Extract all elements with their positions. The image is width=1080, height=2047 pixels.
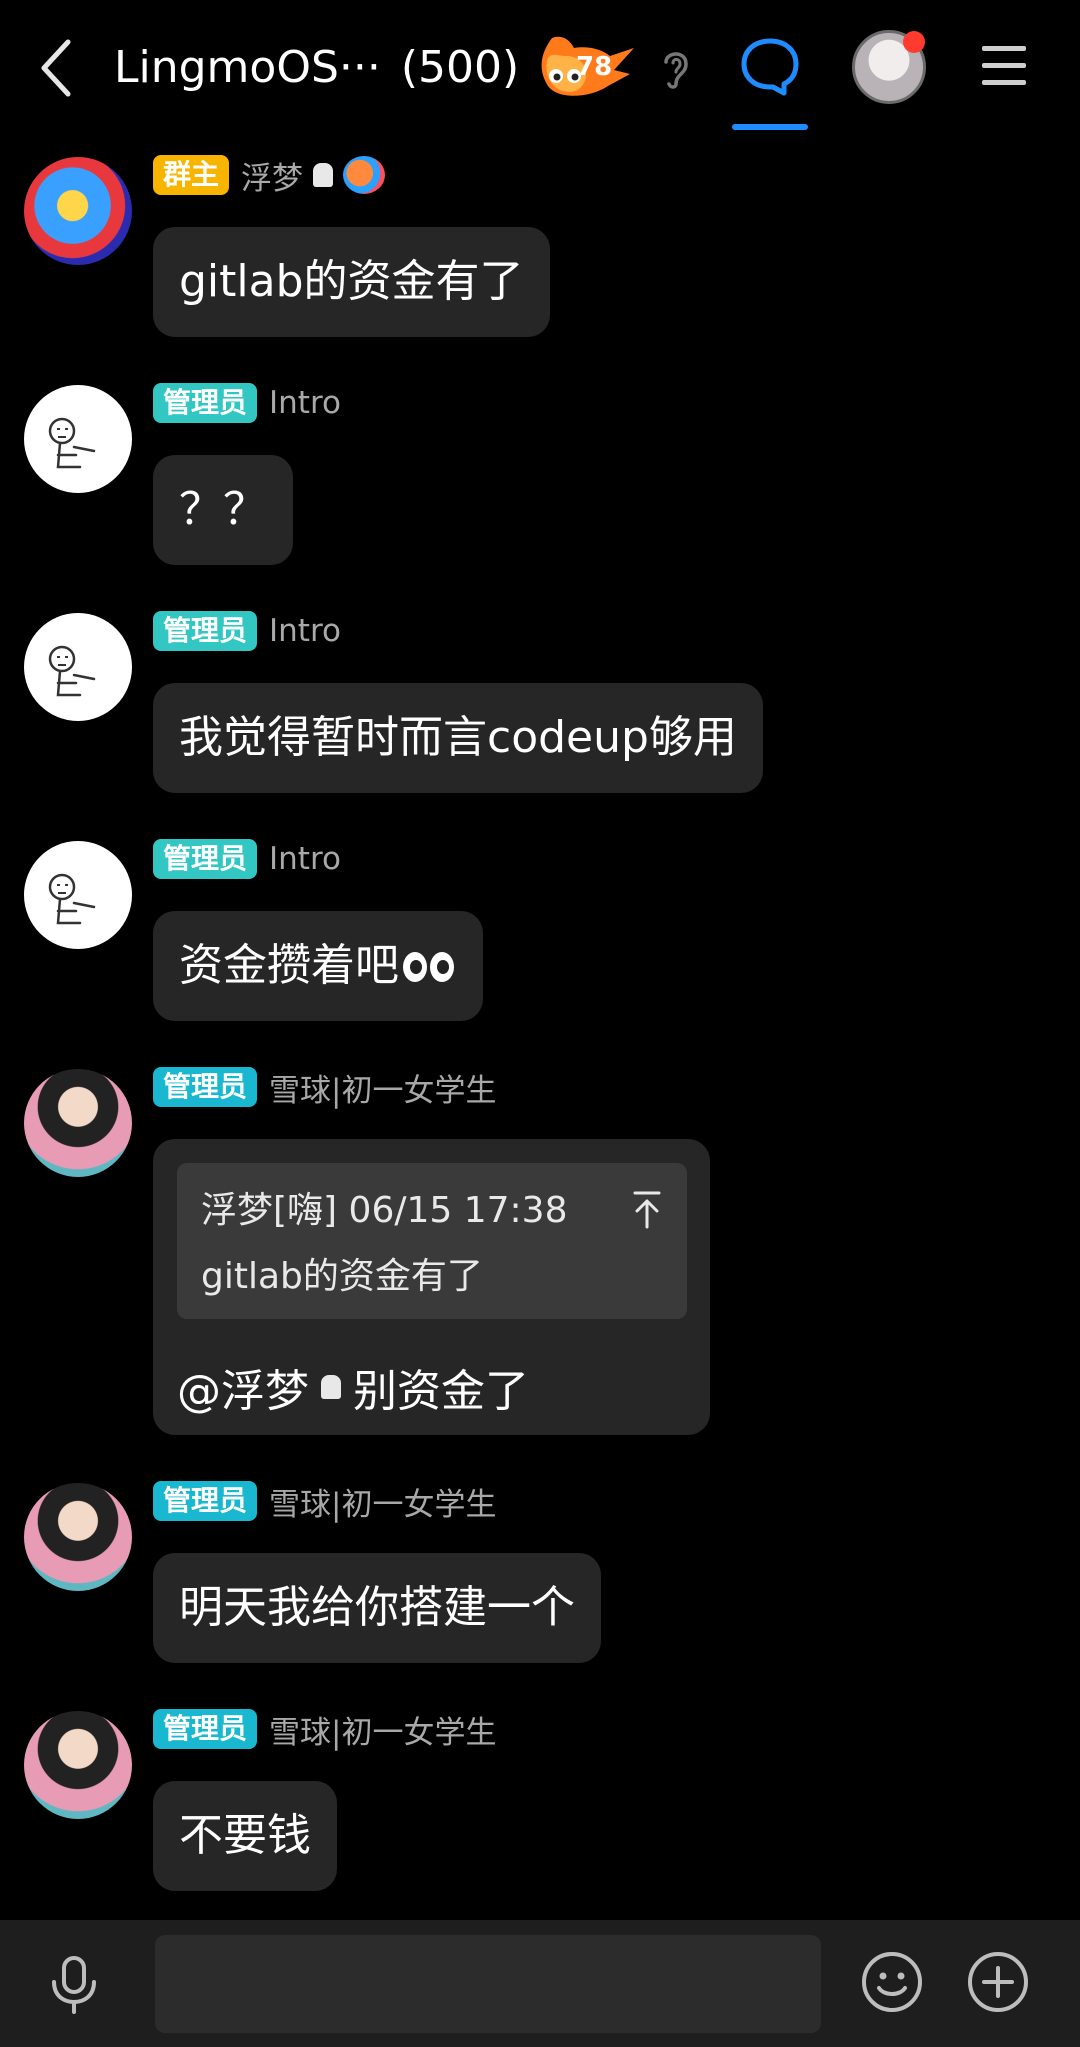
message-bubble[interactable]: gitlab的资金有了 bbox=[153, 227, 550, 337]
message-meta: 管理员 雪球|初一女学生 bbox=[153, 1707, 496, 1752]
message-meta: 群主 浮梦 bbox=[153, 153, 386, 198]
quote-header: 浮梦[嗨] 06/15 17:38 bbox=[201, 1190, 568, 1231]
group-title[interactable]: LingmoOS··· (500) bbox=[114, 38, 519, 98]
avatar[interactable] bbox=[24, 613, 132, 721]
quote-text: gitlab的资金有了 bbox=[201, 1256, 483, 1297]
emoji-smile-icon[interactable] bbox=[860, 1950, 924, 2014]
role-tag: 管理员 bbox=[153, 1709, 258, 1749]
quoted-message[interactable]: 浮梦[嗨] 06/15 17:38 gitlab的资金有了 bbox=[177, 1163, 687, 1319]
jump-to-original-icon[interactable] bbox=[631, 1189, 663, 1229]
sender-name[interactable]: Intro bbox=[269, 385, 341, 421]
active-tab-indicator bbox=[732, 124, 808, 130]
message-meta: 管理员 Intro bbox=[153, 839, 341, 879]
group-name: LingmoOS··· bbox=[114, 42, 381, 93]
role-tag: 管理员 bbox=[153, 1481, 258, 1521]
level-badge-icon bbox=[343, 156, 386, 194]
notification-dot bbox=[903, 31, 925, 53]
message-meta: 管理员 雪球|初一女学生 bbox=[153, 1479, 496, 1524]
member-count: (500) bbox=[400, 42, 520, 93]
fire-level: 78 bbox=[576, 52, 613, 82]
sender-name[interactable]: 雪球|初一女学生 bbox=[269, 1707, 496, 1752]
message-input[interactable] bbox=[155, 1935, 821, 2033]
role-tag: 管理员 bbox=[153, 383, 258, 423]
avatar[interactable] bbox=[24, 841, 132, 949]
fire-icon[interactable]: 78 bbox=[530, 30, 636, 100]
reply-message-bubble[interactable]: 浮梦[嗨] 06/15 17:38 gitlab的资金有了 @浮梦 别资金了 bbox=[153, 1139, 710, 1435]
chat-bubble-icon[interactable] bbox=[740, 36, 800, 96]
eyes-emoji-icon bbox=[403, 913, 457, 1023]
microphone-icon[interactable] bbox=[46, 1954, 102, 2016]
message-bubble[interactable]: 我觉得暂时而言codeup够用 bbox=[153, 683, 763, 793]
message-meta: 管理员 Intro bbox=[153, 611, 341, 651]
role-tag: 管理员 bbox=[153, 839, 258, 879]
sender-name[interactable]: 雪球|初一女学生 bbox=[269, 1479, 496, 1524]
message-bubble[interactable]: 不要钱 bbox=[153, 1781, 337, 1891]
plus-circle-icon[interactable] bbox=[966, 1950, 1030, 2014]
ear-icon[interactable] bbox=[660, 46, 692, 90]
sender-name[interactable]: Intro bbox=[269, 841, 341, 877]
avatar[interactable] bbox=[24, 1069, 132, 1177]
message-meta: 管理员 雪球|初一女学生 bbox=[153, 1065, 496, 1110]
hamburger-menu-icon[interactable] bbox=[982, 46, 1026, 86]
role-tag: 管理员 bbox=[153, 1067, 258, 1107]
avatar[interactable] bbox=[24, 157, 132, 265]
sender-name[interactable]: 雪球|初一女学生 bbox=[269, 1065, 496, 1110]
role-tag: 群主 bbox=[153, 155, 230, 195]
chat-header: LingmoOS··· (500) 78 bbox=[0, 0, 1080, 135]
sender-name[interactable]: 浮梦 bbox=[241, 153, 303, 198]
sender-name[interactable]: Intro bbox=[269, 613, 341, 649]
role-tag: 管理员 bbox=[153, 611, 258, 651]
input-bar bbox=[0, 1920, 1080, 2047]
avatar[interactable] bbox=[24, 385, 132, 493]
message-text: 资金攒着吧 bbox=[179, 940, 399, 991]
member-badge-icon bbox=[313, 163, 334, 187]
message-text: 别资金了 bbox=[353, 1366, 529, 1417]
reply-text: @浮梦 别资金了 bbox=[177, 1355, 529, 1419]
message-meta: 管理员 Intro bbox=[153, 383, 341, 423]
message-bubble[interactable]: 明天我给你搭建一个 bbox=[153, 1553, 601, 1663]
avatar[interactable] bbox=[24, 1711, 132, 1819]
chevron-left-icon[interactable] bbox=[36, 36, 80, 100]
avatar[interactable] bbox=[24, 1483, 132, 1591]
message-bubble[interactable]: ？？ bbox=[153, 455, 293, 565]
member-badge-icon bbox=[321, 1375, 341, 1399]
message-bubble[interactable]: 资金攒着吧 bbox=[153, 911, 483, 1021]
message-list[interactable]: 群主 浮梦 gitlab的资金有了 管理员 Intro ？？ 管理员 Intro… bbox=[0, 135, 1080, 1920]
mention-link[interactable]: @浮梦 bbox=[177, 1355, 309, 1419]
profile-avatar[interactable] bbox=[852, 30, 926, 104]
